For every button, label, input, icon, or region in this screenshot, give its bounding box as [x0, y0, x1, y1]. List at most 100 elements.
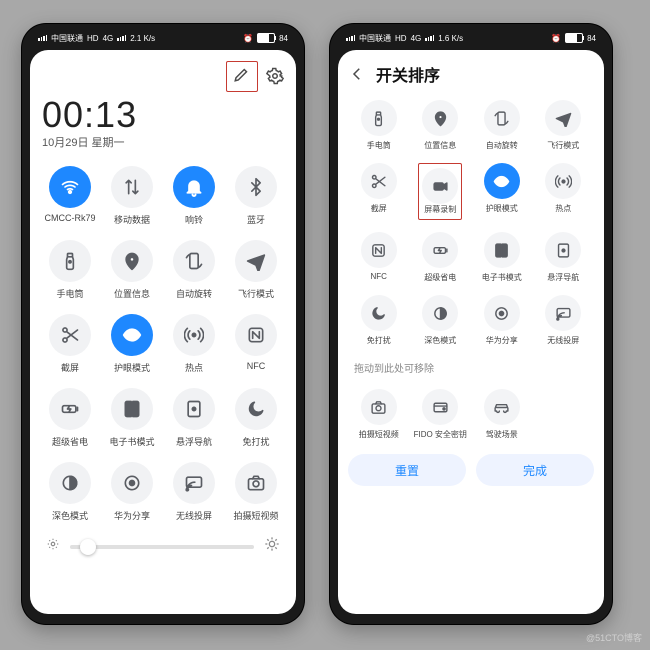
- toggle-flashlight[interactable]: 手电筒: [348, 100, 410, 151]
- battery-bolt-icon[interactable]: [49, 388, 91, 430]
- float-nav-icon[interactable]: [545, 232, 581, 268]
- toggle-autorotate[interactable]: 自动旋转: [166, 240, 222, 300]
- toggle-location[interactable]: 位置信息: [410, 100, 472, 151]
- toggle-powersave[interactable]: 超级省电: [410, 232, 472, 283]
- video-icon[interactable]: [422, 168, 458, 204]
- card-icon[interactable]: [422, 389, 458, 425]
- dark-icon[interactable]: [49, 462, 91, 504]
- cast-icon[interactable]: [173, 462, 215, 504]
- scissors-icon[interactable]: [49, 314, 91, 356]
- toggle-cast[interactable]: 无线投屏: [166, 462, 222, 522]
- pin-icon[interactable]: [111, 240, 153, 282]
- toggle-record[interactable]: 拍摄短视频: [228, 462, 284, 522]
- pin-icon[interactable]: [422, 100, 458, 136]
- toggle-powersave[interactable]: 超级省电: [42, 388, 98, 448]
- toggle-autorotate[interactable]: 自动旋转: [471, 100, 533, 151]
- reorder-panel: 开关排序 手电筒位置信息自动旋转飞行模式截屏屏幕录制护眼模式热点NFC超级省电电…: [338, 50, 604, 614]
- moon-icon[interactable]: [235, 388, 277, 430]
- toggle-camera[interactable]: 拍摄短视频: [348, 389, 410, 440]
- battery-icon: [565, 33, 583, 43]
- net-badge: HD: [87, 34, 99, 43]
- car-icon[interactable]: [484, 389, 520, 425]
- toggle-label: 悬浮导航: [547, 272, 579, 283]
- toggle-dnd-nav[interactable]: 悬浮导航: [166, 388, 222, 448]
- toggle-screenrec[interactable]: 屏幕录制: [410, 163, 472, 220]
- toggle-driving[interactable]: 驾驶场景: [471, 389, 533, 440]
- edit-icon[interactable]: [233, 65, 251, 83]
- toggle-label: 自动旋转: [486, 140, 518, 151]
- toggle-ebook[interactable]: 电子书模式: [104, 388, 160, 448]
- toggle-cast[interactable]: 无线投屏: [533, 295, 595, 346]
- toggle-label: 深色模式: [424, 335, 456, 346]
- battery-icon: [257, 33, 275, 43]
- toggle-flashlight[interactable]: 手电筒: [42, 240, 98, 300]
- phone-left-qs-shade: 中国联通 HD 4G 2.1 K/s ⏰ 84: [22, 24, 304, 624]
- camera-icon[interactable]: [235, 462, 277, 504]
- toggle-label: 位置信息: [424, 140, 456, 151]
- toggle-airplane[interactable]: 飞行模式: [533, 100, 595, 151]
- toggle-eyecare[interactable]: 护眼模式: [471, 163, 533, 220]
- scissors-icon[interactable]: [361, 163, 397, 199]
- book-icon[interactable]: [111, 388, 153, 430]
- hotspot-icon[interactable]: [173, 314, 215, 356]
- brightness-thumb[interactable]: [80, 539, 96, 555]
- brightness-track[interactable]: [70, 545, 254, 549]
- camera-icon[interactable]: [361, 389, 397, 425]
- toggle-ringer[interactable]: 响铃: [166, 166, 222, 226]
- toggle-nfc[interactable]: NFC: [228, 314, 284, 374]
- battery-bolt-icon[interactable]: [422, 232, 458, 268]
- alarm-icon: ⏰: [243, 34, 253, 43]
- float-nav-icon[interactable]: [173, 388, 215, 430]
- toggle-share[interactable]: 华为分享: [471, 295, 533, 346]
- toggle-dark[interactable]: 深色模式: [42, 462, 98, 522]
- nfc-icon[interactable]: [235, 314, 277, 356]
- toggle-ebook[interactable]: 电子书模式: [471, 232, 533, 283]
- gear-icon[interactable]: [266, 67, 284, 85]
- reset-button[interactable]: 重置: [348, 454, 466, 486]
- toggle-share[interactable]: 华为分享: [104, 462, 160, 522]
- data-arrows-icon[interactable]: [111, 166, 153, 208]
- toggle-airplane[interactable]: 飞行模式: [228, 240, 284, 300]
- brightness-slider[interactable]: [42, 536, 284, 557]
- rotate-icon[interactable]: [173, 240, 215, 282]
- toggle-dnd-nav[interactable]: 悬浮导航: [533, 232, 595, 283]
- reorder-grid: 手电筒位置信息 自动旋转 飞行模式截屏屏幕录制护眼模式热点 NFC超级省电电子书模式悬…: [348, 100, 594, 346]
- cast-icon[interactable]: [545, 295, 581, 331]
- flashlight-icon[interactable]: [361, 100, 397, 136]
- bluetooth-icon[interactable]: [235, 166, 277, 208]
- toggle-hotspot[interactable]: 热点: [533, 163, 595, 220]
- toggle-label: 位置信息: [114, 287, 150, 300]
- toggle-bluetooth[interactable]: 蓝牙: [228, 166, 284, 226]
- eye-icon[interactable]: [484, 163, 520, 199]
- toggle-fido[interactable]: FIDO 安全密钥: [410, 389, 472, 440]
- airplane-icon[interactable]: [545, 100, 581, 136]
- share-icon[interactable]: [111, 462, 153, 504]
- done-button[interactable]: 完成: [476, 454, 594, 486]
- toggle-label: 无线投屏: [547, 335, 579, 346]
- flashlight-icon[interactable]: [49, 240, 91, 282]
- book-icon[interactable]: [484, 232, 520, 268]
- toggle-eyecare[interactable]: 护眼模式: [104, 314, 160, 374]
- dark-icon[interactable]: [422, 295, 458, 331]
- toggle-nfc[interactable]: NFC: [348, 232, 410, 283]
- back-icon[interactable]: [348, 65, 366, 83]
- toggle-mobile-data[interactable]: 移动数据: [104, 166, 160, 226]
- moon-icon[interactable]: [361, 295, 397, 331]
- hotspot-icon[interactable]: [545, 163, 581, 199]
- toggle-dnd[interactable]: 免打扰: [348, 295, 410, 346]
- nfc-icon[interactable]: [361, 232, 397, 268]
- net-speed: 2.1 K/s: [130, 34, 155, 43]
- airplane-icon[interactable]: [235, 240, 277, 282]
- eye-icon[interactable]: [111, 314, 153, 356]
- toggle-dnd[interactable]: 免打扰: [228, 388, 284, 448]
- toggle-hotspot[interactable]: 热点: [166, 314, 222, 374]
- bell-icon[interactable]: [173, 166, 215, 208]
- toggle-screenshot[interactable]: 截屏: [42, 314, 98, 374]
- toggle-screenshot[interactable]: 截屏: [348, 163, 410, 220]
- toggle-wifi[interactable]: CMCC-Rk79: [42, 166, 98, 226]
- rotate-icon[interactable]: [484, 100, 520, 136]
- share-icon[interactable]: [484, 295, 520, 331]
- wifi-icon[interactable]: [49, 166, 91, 208]
- toggle-dark[interactable]: 深色模式: [410, 295, 472, 346]
- toggle-location[interactable]: 位置信息: [104, 240, 160, 300]
